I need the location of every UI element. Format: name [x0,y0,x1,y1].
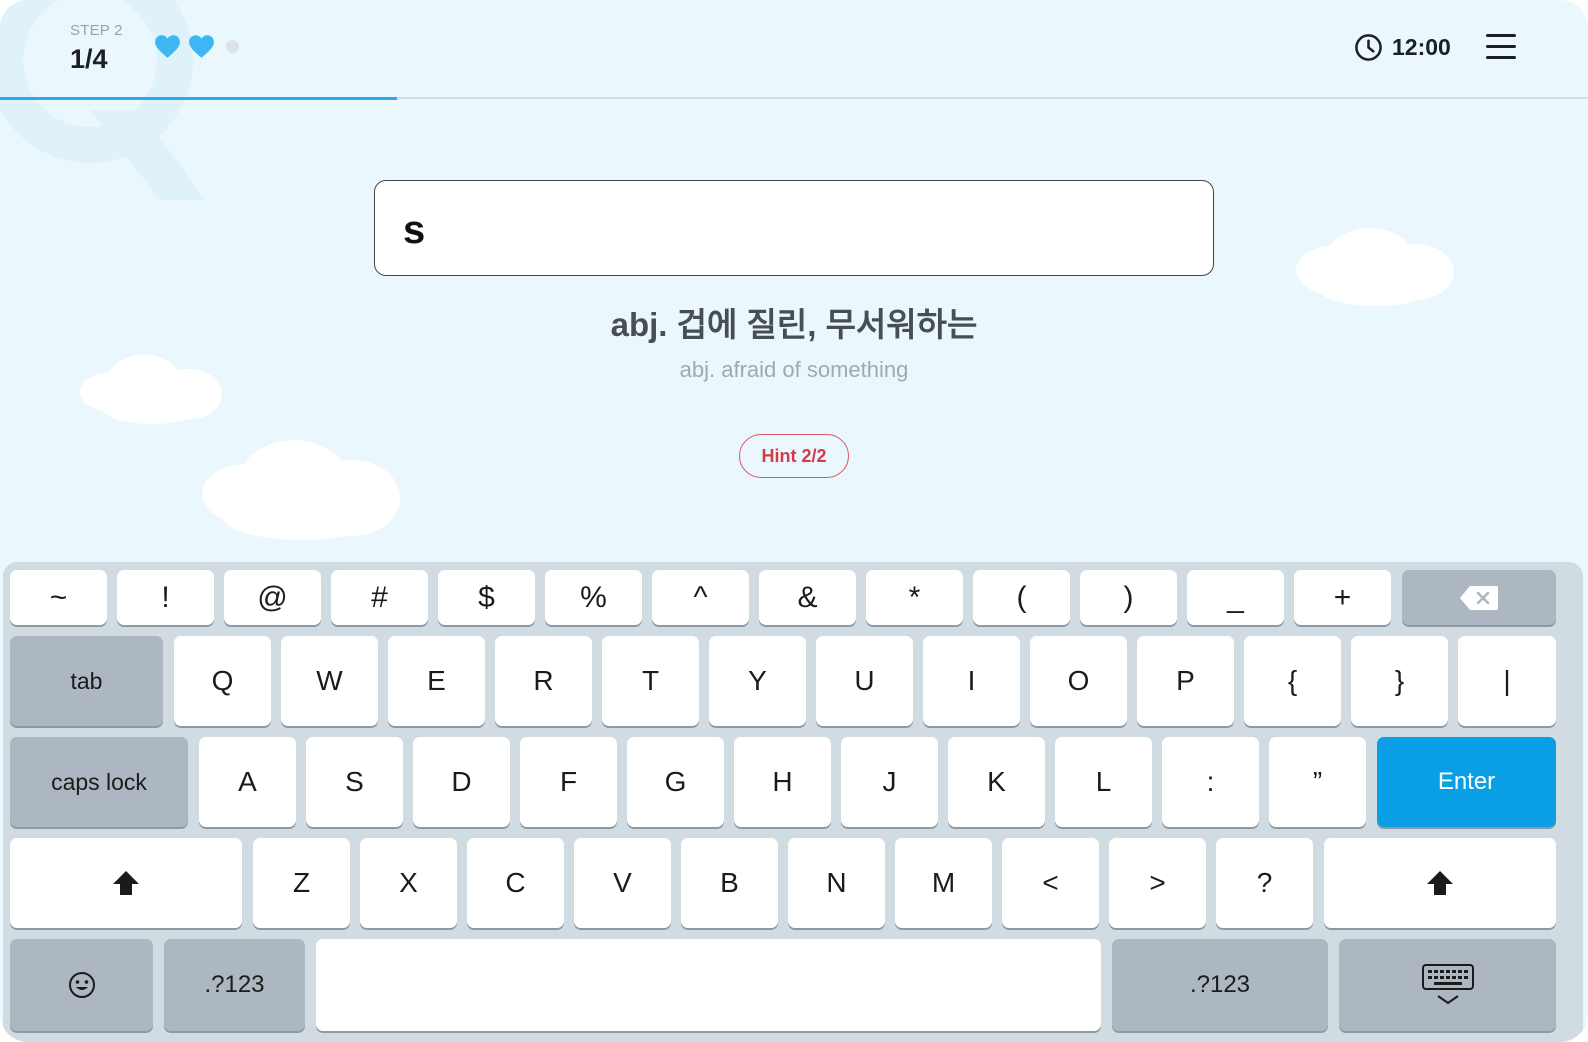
enter-key[interactable]: Enter [1377,737,1556,827]
key-close-brace[interactable]: } [1351,636,1448,726]
progress-bar-fill [0,97,397,100]
key-caret[interactable]: ^ [652,570,749,625]
key-a[interactable]: A [199,737,296,827]
shift-icon [1427,871,1453,895]
key-y[interactable]: Y [709,636,806,726]
numbers-key-right[interactable]: .?123 [1112,939,1328,1031]
key-l[interactable]: L [1055,737,1152,827]
quiz-screen: STEP 2 1/4 12:00 s abj. 겁에 질린, 무서워하는 abj… [0,0,1588,1042]
emoji-icon [68,972,95,998]
key-j[interactable]: J [841,737,938,827]
progress-bar [0,97,1588,100]
key-colon[interactable]: : [1162,737,1259,827]
answer-input[interactable]: s [374,180,1214,276]
step-label: STEP 2 [70,22,123,39]
english-meaning: abj. afraid of something [679,357,909,382]
key-w[interactable]: W [281,636,378,726]
caps-lock-key[interactable]: caps lock [10,737,188,827]
key-tilde[interactable]: ~ [10,570,107,625]
key-h[interactable]: H [734,737,831,827]
key-b[interactable]: B [681,838,778,928]
key-u[interactable]: U [816,636,913,726]
answer-input-value: s [403,208,426,252]
key-p[interactable]: P [1137,636,1234,726]
key-o[interactable]: O [1030,636,1127,726]
key-x[interactable]: X [360,838,457,928]
key-d[interactable]: D [413,737,510,827]
key-i[interactable]: I [923,636,1020,726]
heart-icon [189,35,214,58]
backspace-key[interactable] [1402,570,1556,625]
key-exclamation[interactable]: ! [117,570,214,625]
key-q[interactable]: Q [174,636,271,726]
backspace-icon [1460,585,1498,610]
key-s[interactable]: S [306,737,403,827]
key-question[interactable]: ? [1216,838,1313,928]
key-percent[interactable]: % [545,570,642,625]
key-underscore[interactable]: _ [1187,570,1284,625]
hamburger-menu-icon[interactable] [1486,34,1516,62]
key-dollar[interactable]: $ [438,570,535,625]
key-n[interactable]: N [788,838,885,928]
on-screen-keyboard: ~ ! @ # $ % ^ & * ( ) _ + tab Q W E R T … [3,562,1583,1042]
key-e[interactable]: E [388,636,485,726]
clock-icon [1355,34,1382,61]
lost-life-dot [226,40,239,53]
hide-keyboard-key[interactable] [1339,939,1556,1031]
korean-meaning: abj. 겁에 질린, 무서워하는 [610,306,978,343]
key-open-brace[interactable]: { [1244,636,1341,726]
cloud-decoration [202,440,400,540]
quiz-header: STEP 2 1/4 12:00 [0,0,1588,100]
key-z[interactable]: Z [253,838,350,928]
key-greater-than[interactable]: > [1109,838,1206,928]
tab-key[interactable]: tab [10,636,163,726]
key-hash[interactable]: # [331,570,428,625]
lives-indicator [154,34,239,59]
key-quote[interactable]: ” [1269,737,1366,827]
key-v[interactable]: V [574,838,671,928]
key-open-paren[interactable]: ( [973,570,1070,625]
key-t[interactable]: T [602,636,699,726]
key-f[interactable]: F [520,737,617,827]
key-c[interactable]: C [467,838,564,928]
question-counter: 1/4 [70,44,108,74]
key-pipe[interactable]: | [1458,636,1556,726]
numbers-key-left[interactable]: .?123 [164,939,305,1031]
key-plus[interactable]: + [1294,570,1391,625]
timer-text: 12:00 [1392,34,1451,60]
key-less-than[interactable]: < [1002,838,1099,928]
shift-key-left[interactable] [10,838,242,928]
key-k[interactable]: K [948,737,1045,827]
key-asterisk[interactable]: * [866,570,963,625]
key-g[interactable]: G [627,737,724,827]
key-m[interactable]: M [895,838,992,928]
key-ampersand[interactable]: & [759,570,856,625]
shift-icon [113,871,139,895]
timer: 12:00 [1354,33,1451,62]
key-r[interactable]: R [495,636,592,726]
hint-button[interactable]: Hint 2/2 [739,434,849,478]
hide-keyboard-icon [1421,964,1474,1005]
space-key[interactable] [316,939,1101,1031]
heart-icon [155,35,180,58]
shift-key-right[interactable] [1324,838,1556,928]
key-close-paren[interactable]: ) [1080,570,1177,625]
key-at[interactable]: @ [224,570,321,625]
emoji-key[interactable] [10,939,153,1031]
